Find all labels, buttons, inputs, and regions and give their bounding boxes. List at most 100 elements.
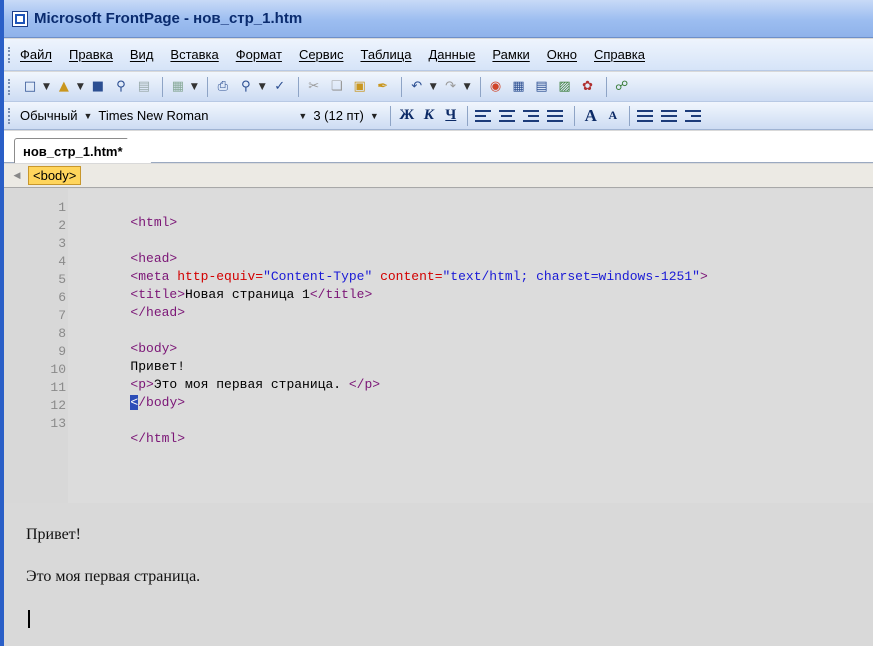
align-center-icon[interactable] [497, 108, 517, 124]
underline-button[interactable]: Ч [440, 107, 462, 124]
code-line[interactable]: <meta http-equiv="Content-Type" content=… [68, 254, 707, 284]
line-number: 6 [58, 290, 66, 305]
open-dropdown-icon[interactable]: ▼ [77, 82, 84, 92]
menu-help[interactable]: Справка [594, 47, 645, 62]
redo-icon[interactable]: ↷ [441, 78, 461, 96]
menu-tools[interactable]: Сервис [299, 47, 344, 62]
permissions-icon[interactable]: ▤ [134, 78, 154, 96]
toolbar-separator [573, 105, 575, 126]
code-tag: </html> [130, 431, 186, 446]
save-icon[interactable]: ■ [88, 78, 108, 96]
increase-font-button[interactable]: A [580, 106, 602, 126]
menu-bar: Файл Правка Вид Вставка Формат Сервис Та… [4, 39, 873, 71]
font-chevron-down-icon[interactable]: ▼ [298, 111, 307, 121]
code-line[interactable]: <html> [68, 200, 177, 230]
formatting-grip-handle[interactable] [8, 107, 12, 124]
line-number: 9 [58, 344, 66, 359]
preview-icon[interactable]: ⚲ [236, 78, 256, 96]
publish-dropdown-icon[interactable]: ▼ [191, 82, 198, 92]
code-text: Новая страница 1 [185, 287, 310, 302]
italic-button[interactable]: К [418, 107, 440, 124]
drawing-icon[interactable]: ✿ [578, 78, 598, 96]
code-tag: <html> [130, 215, 178, 230]
size-chevron-down-icon[interactable]: ▼ [370, 111, 379, 121]
web-component-icon[interactable]: ◉ [486, 78, 506, 96]
cut-icon[interactable]: ✂ [304, 78, 324, 96]
open-folder-icon[interactable]: ▲ [54, 78, 74, 96]
format-painter-icon[interactable]: ✒ [373, 78, 393, 96]
code-line[interactable]: <body> [68, 326, 177, 356]
decrease-indent-icon[interactable] [683, 108, 703, 124]
menu-data[interactable]: Данные [428, 47, 475, 62]
chevron-left-icon[interactable]: ◀ [10, 168, 24, 184]
quick-tag-selector: ◀ <body> [4, 164, 873, 188]
design-view-pane[interactable]: Привет! Это моя первая страница. [4, 504, 873, 646]
preview-text-line: Привет! [26, 526, 81, 543]
insert-table-icon[interactable]: ▦ [509, 78, 529, 96]
redo-dropdown-icon[interactable]: ▼ [464, 82, 471, 92]
copy-icon[interactable]: ❏ [327, 78, 347, 96]
line-number: 13 [50, 416, 66, 431]
preview-dropdown-icon[interactable]: ▼ [259, 82, 266, 92]
code-line[interactable]: <title>Новая страница 1</title> [68, 272, 372, 302]
align-left-icon[interactable] [473, 108, 493, 124]
bold-button[interactable]: Ж [396, 107, 418, 124]
text-cursor [28, 610, 30, 628]
new-page-icon[interactable]: □ [20, 78, 40, 96]
code-line[interactable]: </html> [68, 416, 185, 446]
decrease-font-button[interactable]: A [602, 108, 624, 123]
numbered-list-icon[interactable] [635, 108, 655, 124]
title-bar[interactable]: Microsoft FrontPage - нов_стр_1.htm [4, 0, 873, 38]
font-size-select[interactable]: ▼ 3 (12 пт) ▼ [298, 106, 384, 126]
line-number: 2 [58, 218, 66, 233]
code-editor[interactable]: <html> <head> <meta http-equiv="Content-… [68, 189, 873, 503]
toolbar-separator [297, 76, 299, 97]
hyperlink-icon[interactable]: ☍ [612, 78, 632, 96]
style-select-value: Обычный [20, 108, 78, 123]
code-line[interactable]: </body> [68, 380, 185, 410]
tag-chip-body[interactable]: <body> [28, 166, 82, 185]
line-number: 5 [58, 272, 66, 287]
code-line[interactable]: <head> [68, 236, 177, 266]
font-size-value: 3 (12 пт) [313, 108, 364, 123]
menu-frames[interactable]: Рамки [492, 47, 529, 62]
font-select[interactable]: Times New Roman [98, 106, 298, 126]
line-number: 1 [58, 200, 66, 215]
code-tag: </p> [348, 377, 381, 392]
menu-format[interactable]: Формат [236, 47, 282, 62]
print-icon[interactable]: ⎙ [213, 78, 233, 96]
toolbar-grip-handle[interactable] [8, 78, 12, 95]
menu-table[interactable]: Таблица [360, 47, 411, 62]
code-line[interactable]: </head> [68, 290, 185, 320]
bulleted-list-icon[interactable] [659, 108, 679, 124]
menu-grip-handle[interactable] [8, 46, 12, 63]
undo-icon[interactable]: ↶ [407, 78, 427, 96]
new-dropdown-icon[interactable]: ▼ [43, 82, 50, 92]
paste-icon[interactable]: ▣ [350, 78, 370, 96]
menu-insert[interactable]: Вставка [170, 47, 218, 62]
spelling-icon[interactable]: ✓ [270, 78, 290, 96]
toolbar-separator [605, 76, 607, 97]
menu-window[interactable]: Окно [547, 47, 577, 62]
code-tag: > [699, 269, 708, 284]
tab-document[interactable]: нов_стр_1.htm* [14, 138, 152, 163]
insert-layer-icon[interactable]: ▤ [532, 78, 552, 96]
code-line[interactable]: Привет! [68, 344, 185, 374]
publish-icon[interactable]: ▦ [168, 78, 188, 96]
style-chevron-down-icon[interactable]: ▼ [83, 111, 92, 121]
menu-file[interactable]: Файл [20, 47, 52, 62]
code-line[interactable]: <p>Это моя первая страница. </p> [68, 362, 380, 392]
line-number: 3 [58, 236, 66, 251]
align-right-icon[interactable] [521, 108, 541, 124]
frontpage-app-icon[interactable] [12, 10, 28, 27]
menu-edit[interactable]: Правка [69, 47, 113, 62]
toolbar-separator [161, 76, 163, 97]
insert-picture-icon[interactable]: ▨ [555, 78, 575, 96]
undo-dropdown-icon[interactable]: ▼ [430, 82, 437, 92]
menu-view[interactable]: Вид [130, 47, 154, 62]
style-select[interactable]: Обычный ▼ [20, 106, 98, 126]
toolbar-separator [400, 76, 402, 97]
code-view-pane[interactable]: 1 2 3 4 5 6 7 8 9 10 11 12 13 <html> <he… [4, 189, 873, 503]
search-icon[interactable]: ⚲ [111, 78, 131, 96]
justify-icon[interactable] [545, 108, 565, 124]
